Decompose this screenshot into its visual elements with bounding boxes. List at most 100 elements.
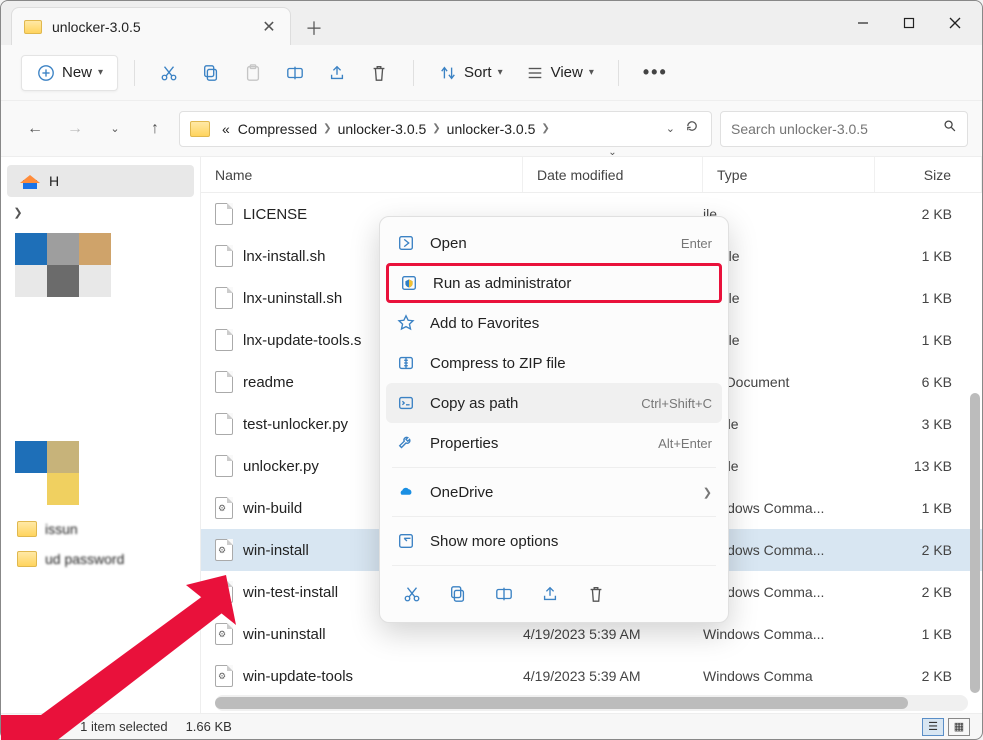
file-name: win-test-install [243, 584, 338, 601]
more-button[interactable]: ••• [635, 55, 676, 91]
column-type[interactable]: Type [703, 157, 875, 192]
file-row[interactable]: win-update-tools4/19/2023 5:39 AMWindows… [201, 655, 982, 695]
ctx-rename-button[interactable] [486, 576, 522, 612]
file-name: lnx-update-tools.s [243, 332, 361, 349]
file-icon [215, 413, 233, 435]
ctx-copy-button[interactable] [440, 576, 476, 612]
file-icon [215, 623, 233, 645]
folder-icon [190, 121, 210, 137]
sort-button[interactable]: Sort ▾ [430, 55, 511, 91]
breadcrumb-prefix: « [218, 121, 234, 137]
new-button[interactable]: New ▾ [21, 55, 118, 91]
sidebar-item-home[interactable]: H [7, 165, 194, 197]
search-box[interactable] [720, 111, 968, 147]
address-bar-row: ← → ⌄ ↑ « Compressed ❯ unlocker-3.0.5 ❯ … [1, 101, 982, 157]
details-view-button[interactable]: ☰ [922, 718, 944, 736]
ctx-cut-button[interactable] [394, 576, 430, 612]
view-button[interactable]: View ▾ [517, 55, 602, 91]
file-size: 1 KB [875, 500, 982, 516]
file-name: lnx-uninstall.sh [243, 290, 342, 307]
search-input[interactable] [731, 121, 935, 137]
ctx-label: Open [430, 235, 467, 252]
close-tab-button[interactable]: ✕ [260, 18, 278, 36]
close-window-button[interactable] [932, 7, 978, 39]
new-tab-button[interactable]: ＋ [297, 11, 331, 45]
ctx-share-button[interactable] [532, 576, 568, 612]
file-size: 13 KB [875, 458, 982, 474]
expand-button[interactable]: ❯ [9, 203, 27, 221]
horizontal-scrollbar[interactable] [215, 695, 968, 711]
ctx-onedrive[interactable]: OneDrive ❯ [386, 472, 722, 512]
ctx-label: Copy as path [430, 395, 518, 412]
view-label: View [551, 64, 583, 81]
thumbnails-view-button[interactable]: ▦ [948, 718, 970, 736]
sidebar-blurred-region [15, 441, 186, 505]
breadcrumb-item[interactable]: unlocker-3.0.5 [334, 121, 431, 137]
zip-icon [396, 354, 416, 372]
sidebar: H ❯ issun [1, 157, 201, 713]
home-icon [21, 172, 39, 190]
minimize-button[interactable] [840, 7, 886, 39]
maximize-button[interactable] [886, 7, 932, 39]
file-date: 4/19/2023 5:39 AM [523, 626, 703, 642]
ctx-show-more[interactable]: Show more options [386, 521, 722, 561]
ctx-open[interactable]: Open Enter [386, 223, 722, 263]
shield-icon [399, 274, 419, 292]
share-button[interactable] [319, 55, 355, 91]
ctx-add-favorites[interactable]: Add to Favorites [386, 303, 722, 343]
folder-icon [17, 551, 37, 567]
ctx-label: OneDrive [430, 484, 493, 501]
address-bar[interactable]: « Compressed ❯ unlocker-3.0.5 ❯ unlocker… [179, 111, 712, 147]
view-switcher: ☰ ▦ [922, 718, 970, 736]
vertical-scrollbar[interactable] [970, 393, 980, 693]
folder-icon [24, 20, 42, 34]
rename-icon [285, 63, 305, 83]
ctx-copy-as-path[interactable]: Copy as path Ctrl+Shift+C [386, 383, 722, 423]
file-size: 3 KB [875, 416, 982, 432]
copy-button[interactable] [193, 55, 229, 91]
file-type: Windows Comma... [703, 626, 875, 642]
separator [413, 60, 414, 86]
column-date-modified[interactable]: ⌄ Date modified [523, 157, 703, 192]
up-button[interactable]: ↑ [139, 113, 171, 145]
rename-button[interactable] [277, 55, 313, 91]
separator [392, 565, 716, 566]
scrollbar-thumb[interactable] [215, 697, 908, 709]
scissors-icon [159, 63, 179, 83]
ctx-delete-button[interactable] [578, 576, 614, 612]
share-icon [327, 63, 347, 83]
column-size[interactable]: Size [875, 157, 982, 192]
chevron-down-icon: ⌄ [110, 122, 119, 135]
file-size: 1 KB [875, 332, 982, 348]
ctx-compress-zip[interactable]: Compress to ZIP file [386, 343, 722, 383]
ctx-label: Add to Favorites [430, 315, 539, 332]
sort-label: Sort [464, 64, 492, 81]
column-headers: Name ⌄ Date modified Type Size [201, 157, 982, 193]
delete-button[interactable] [361, 55, 397, 91]
sidebar-folder[interactable]: issun [7, 517, 194, 541]
cut-button[interactable] [151, 55, 187, 91]
address-dropdown-button[interactable]: ⌄ [666, 122, 675, 135]
ctx-run-as-admin[interactable]: Run as administrator [386, 263, 722, 303]
separator [618, 60, 619, 86]
back-button[interactable]: ← [19, 113, 51, 145]
forward-button[interactable]: → [59, 113, 91, 145]
breadcrumb-item[interactable]: unlocker-3.0.5 [443, 121, 540, 137]
column-name[interactable]: Name [201, 157, 523, 192]
folder-icon [17, 521, 37, 537]
paste-button[interactable] [235, 55, 271, 91]
file-name: win-install [243, 542, 309, 559]
tab-active[interactable]: unlocker-3.0.5 ✕ [11, 7, 291, 45]
list-icon [525, 63, 545, 83]
ctx-properties[interactable]: Properties Alt+Enter [386, 423, 722, 463]
status-bar: 18 items 1 item selected 1.66 KB ☰ ▦ [1, 713, 982, 739]
breadcrumb-item[interactable]: Compressed [234, 121, 321, 137]
file-name: win-build [243, 500, 302, 517]
refresh-button[interactable] [685, 119, 699, 138]
new-label: New [62, 64, 92, 81]
sidebar-folder[interactable]: ud password [7, 547, 194, 571]
recent-button[interactable]: ⌄ [99, 113, 131, 145]
file-icon [215, 245, 233, 267]
file-size: 2 KB [875, 584, 982, 600]
file-type: ile [703, 206, 875, 222]
